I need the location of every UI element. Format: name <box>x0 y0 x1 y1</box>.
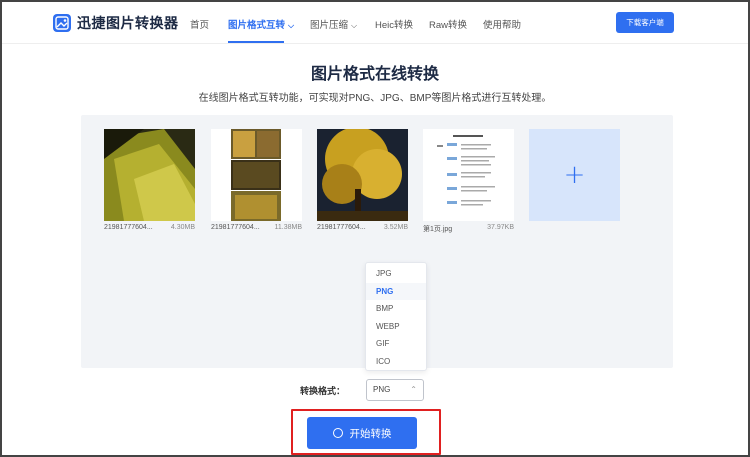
nav-item-format-convert[interactable]: 图片格式互转 ⌵ <box>228 17 295 43</box>
convert-format-label: 转换格式： <box>300 387 346 397</box>
file-size: 37.97KB <box>487 224 514 231</box>
chevron-up-icon: ⌃ <box>410 385 417 394</box>
nav-item-label: 使用帮助 <box>483 20 522 31</box>
loading-icon <box>332 428 343 438</box>
nav-item-compress[interactable]: 图片压缩 ⌵ <box>310 17 357 31</box>
chevron-down-icon: ⌵ <box>351 21 358 30</box>
brand-name: 迅捷图片转换器 <box>77 16 179 32</box>
nav-item-raw[interactable]: Raw转换 <box>429 17 467 31</box>
top-nav: 迅捷图片转换器 首页 图片格式互转 ⌵ 图片压缩 ⌵ Heic转换 Raw转换 使用… <box>2 2 748 44</box>
format-option-webp[interactable]: WEBP <box>366 318 426 336</box>
nav-item-home[interactable]: 首页 <box>190 17 209 31</box>
chevron-down-icon: ⌵ <box>288 21 295 30</box>
start-convert-label: 开始转换 <box>349 427 392 440</box>
format-option-png[interactable]: PNG <box>366 282 426 300</box>
nav-item-label: Raw转换 <box>429 20 468 31</box>
page-subtitle: 在线图片格式互转功能，可实现对PNG、JPG、BMP等图片格式进行互转处理。 <box>198 93 552 104</box>
nav-item-label: 图片格式互转 <box>228 20 286 31</box>
file-thumbnail[interactable] <box>211 129 302 221</box>
format-option-gif[interactable]: GIF <box>366 335 426 353</box>
format-select-value: PNG <box>373 385 391 394</box>
nav-item-label: 图片压缩 <box>310 20 349 31</box>
format-option-bmp[interactable]: BMP <box>366 300 426 318</box>
file-size: 11.38MB <box>274 224 303 231</box>
file-thumbnail[interactable] <box>317 129 408 221</box>
file-thumbnail[interactable] <box>104 129 195 221</box>
file-thumbnail[interactable] <box>423 129 514 221</box>
plus-icon: + <box>563 160 586 190</box>
file-size: 4.30MB <box>170 224 195 231</box>
nav-item-label: 首页 <box>190 20 210 31</box>
format-option-jpg[interactable]: JPG <box>366 265 426 283</box>
brand-logo[interactable]: 迅捷图片转换器 <box>53 13 179 33</box>
image-icon <box>53 14 71 32</box>
nav-item-heic[interactable]: Heic转换 <box>375 17 413 31</box>
nav-item-help[interactable]: 使用帮助 <box>483 17 521 31</box>
nav-item-label: Heic转换 <box>375 20 414 31</box>
format-select[interactable]: PNG ⌃ <box>366 379 424 401</box>
add-file-button[interactable]: + <box>529 129 620 221</box>
page-title: 图片格式在线转换 <box>310 64 439 83</box>
download-client-button[interactable]: 下载客户端 <box>616 12 674 33</box>
file-size: 3.52MB <box>383 224 408 231</box>
format-dropdown-menu: JPG PNG BMP WEBP GIF ICO <box>365 262 427 371</box>
format-option-ico[interactable]: ICO <box>366 353 426 371</box>
start-convert-button[interactable]: 开始转换 <box>307 417 417 449</box>
